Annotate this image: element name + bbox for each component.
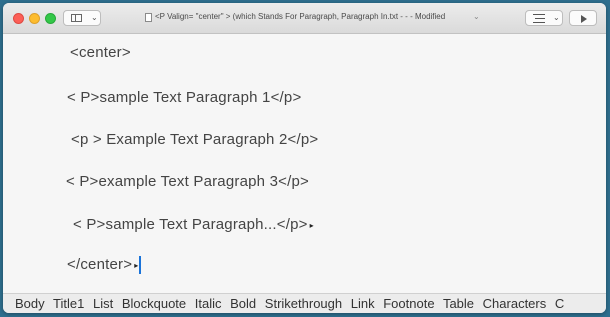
format-body[interactable]: Body — [15, 296, 45, 311]
text-editor[interactable]: <center> < P>sample Text Paragraph 1</p>… — [3, 34, 606, 287]
format-title1[interactable]: Title1 — [53, 296, 84, 311]
list-style-button[interactable]: ⌄ — [525, 10, 563, 26]
sidebar-toggle-button[interactable]: ⌄ — [63, 10, 101, 26]
chevron-down-icon: ⌄ — [553, 13, 560, 22]
format-blockquote[interactable]: Blockquote — [122, 296, 186, 311]
play-icon — [581, 15, 587, 23]
format-list[interactable]: List — [93, 296, 113, 311]
line-end-marker-icon: ▸ — [309, 220, 314, 230]
line-text: < P>example Text Paragraph 3</p> — [66, 173, 309, 190]
sidebar-icon — [71, 14, 82, 22]
minimize-button[interactable] — [29, 13, 40, 24]
close-button[interactable] — [13, 13, 24, 24]
line-text: </center> — [67, 256, 133, 273]
format-italic[interactable]: Italic — [195, 296, 222, 311]
editor-line: <p > Example Text Paragraph 2</p> — [71, 131, 318, 148]
format-more[interactable]: C — [555, 296, 564, 311]
editor-line: <center> — [70, 44, 131, 61]
format-footnote[interactable]: Footnote — [383, 296, 434, 311]
editor-line: </center> ▸ — [67, 256, 142, 275]
window-title: <P Valign= "center" > (which Stands For … — [155, 12, 446, 21]
format-link[interactable]: Link — [351, 296, 375, 311]
format-bar: Body Title1 List Blockquote Italic Bold … — [3, 293, 606, 313]
line-text: <p > Example Text Paragraph 2</p> — [71, 131, 319, 148]
preview-button[interactable] — [569, 10, 597, 26]
line-text: < P>sample Text Paragraph 1</p> — [67, 89, 302, 106]
title-chevron-icon[interactable]: ⌄ — [473, 13, 480, 21]
format-table[interactable]: Table — [443, 296, 474, 311]
editor-line: < P>sample Text Paragraph 1</p> — [67, 89, 301, 106]
title-bar: ⌄ <P Valign= "center" > (which Stands Fo… — [3, 3, 606, 34]
format-characters[interactable]: Characters — [483, 296, 547, 311]
editor-line: < P>sample Text Paragraph...</p> ▸ — [73, 216, 314, 233]
format-strikethrough[interactable]: Strikethrough — [265, 296, 342, 311]
chevron-down-icon: ⌄ — [91, 13, 98, 22]
format-bold[interactable]: Bold — [230, 296, 256, 311]
line-text: < P>sample Text Paragraph...</p> — [73, 216, 308, 233]
list-icon — [533, 14, 545, 23]
document-icon — [145, 13, 152, 22]
text-cursor — [139, 256, 142, 275]
maximize-button[interactable] — [45, 13, 56, 24]
editor-line: < P>example Text Paragraph 3</p> — [66, 173, 309, 190]
editor-window: ⌄ <P Valign= "center" > (which Stands Fo… — [3, 3, 606, 313]
line-end-marker-icon: ▸ — [134, 260, 139, 270]
line-text: <center> — [70, 44, 131, 61]
